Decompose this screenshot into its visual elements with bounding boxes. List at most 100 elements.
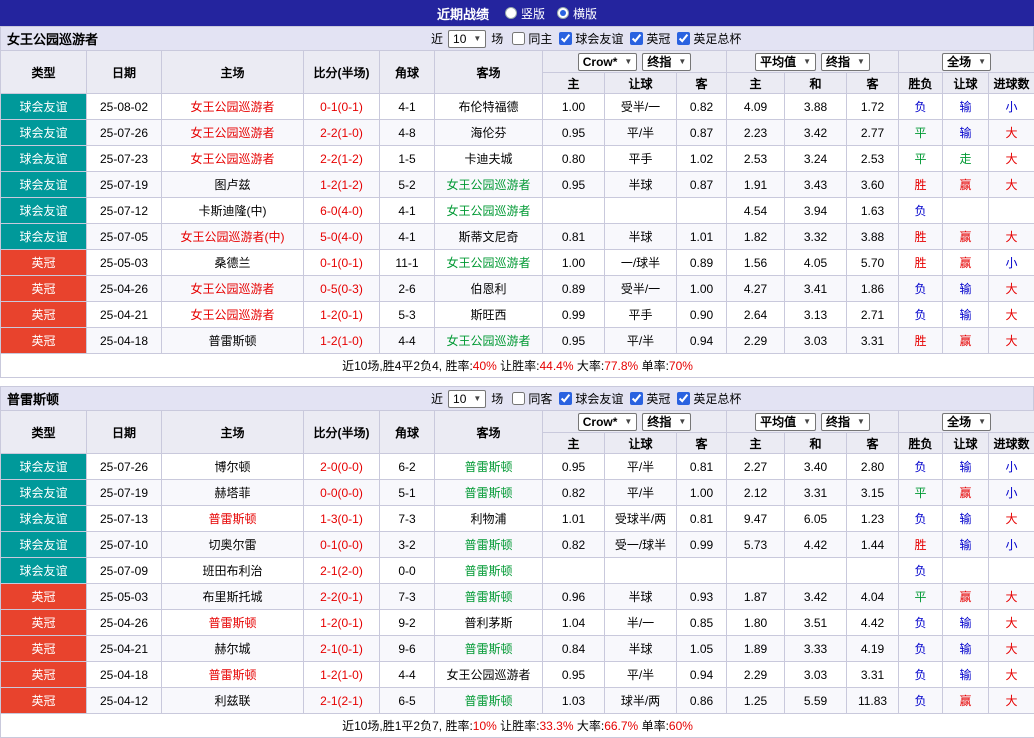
cell-home-team[interactable]: 女王公园巡游者 <box>162 276 304 302</box>
cell-home-team[interactable]: 切奥尔雷 <box>162 532 304 558</box>
cell-away-team[interactable]: 普雷斯顿 <box>435 480 543 506</box>
radio-vertical-layout[interactable]: 竖版 <box>505 5 545 22</box>
cell-odds-away: 0.86 <box>677 688 727 714</box>
cell-avg-away: 1.23 <box>847 506 899 532</box>
cell-away-team[interactable]: 利物浦 <box>435 506 543 532</box>
cell-date: 25-07-26 <box>87 120 162 146</box>
cell-result: 负 <box>899 94 943 120</box>
cell-home-team[interactable]: 博尔顿 <box>162 454 304 480</box>
cell-odds-home: 0.80 <box>543 146 605 172</box>
cell-away-team[interactable]: 普雷斯顿 <box>435 558 543 584</box>
avg-time-select[interactable]: 终指▼ <box>821 53 870 71</box>
match-count-select[interactable]: 10 ▼ <box>448 390 486 408</box>
cell-handicap-result: 输 <box>943 94 989 120</box>
checkbox-input[interactable] <box>559 32 572 45</box>
bookmaker-select[interactable]: Crow*▼ <box>578 53 638 71</box>
cell-handicap-result: 赢 <box>943 172 989 198</box>
filter-checkbox-英冠[interactable]: 英冠 <box>630 30 670 47</box>
cell-handicap-result: 输 <box>943 532 989 558</box>
match-count-select[interactable]: 10 ▼ <box>448 30 486 48</box>
cell-away-team[interactable]: 普雷斯顿 <box>435 454 543 480</box>
cell-away-team[interactable]: 卡迪夫城 <box>435 146 543 172</box>
cell-date: 25-07-19 <box>87 480 162 506</box>
checkbox-input[interactable] <box>630 392 643 405</box>
filter-checkbox-同客[interactable]: 同客 <box>512 390 552 407</box>
summary-value: 44.4% <box>540 359 574 373</box>
cell-home-team[interactable]: 图卢兹 <box>162 172 304 198</box>
cell-corners: 6-2 <box>380 454 435 480</box>
filter-checkbox-球会友谊[interactable]: 球会友谊 <box>559 390 623 407</box>
cell-home-team[interactable]: 女王公园巡游者 <box>162 94 304 120</box>
cell-home-team[interactable]: 利兹联 <box>162 688 304 714</box>
avg-select[interactable]: 平均值▼ <box>755 413 816 431</box>
odds-time-select[interactable]: 终指▼ <box>642 413 691 431</box>
filter-checkbox-球会友谊[interactable]: 球会友谊 <box>559 30 623 47</box>
filter-checkbox-同主[interactable]: 同主 <box>512 30 552 47</box>
cell-away-team[interactable]: 女王公园巡游者 <box>435 662 543 688</box>
cell-away-team[interactable]: 普雷斯顿 <box>435 688 543 714</box>
cell-home-team[interactable]: 普雷斯顿 <box>162 506 304 532</box>
cell-away-team[interactable]: 普利茅斯 <box>435 610 543 636</box>
cell-home-team[interactable]: 桑德兰 <box>162 250 304 276</box>
match-row: 英冠25-05-03桑德兰0-1(0-1)11-1女王公园巡游者1.00一/球半… <box>1 250 1034 276</box>
cell-home-team[interactable]: 女王公园巡游者 <box>162 120 304 146</box>
cell-home-team[interactable]: 女王公园巡游者 <box>162 146 304 172</box>
cell-odds-home: 0.95 <box>543 120 605 146</box>
cell-home-team[interactable]: 普雷斯顿 <box>162 328 304 354</box>
avg-select[interactable]: 平均值▼ <box>755 53 816 71</box>
cell-away-team[interactable]: 布伦特福德 <box>435 94 543 120</box>
checkbox-input[interactable] <box>559 392 572 405</box>
section-header: 普雷斯顿 近 10 ▼ 场 同客球会友谊英冠英足总杯 <box>0 386 1034 410</box>
cell-avg-home: 1.80 <box>727 610 785 636</box>
filter-checkbox-英冠[interactable]: 英冠 <box>630 390 670 407</box>
cell-home-team[interactable]: 赫塔菲 <box>162 480 304 506</box>
cell-home-team[interactable]: 卡斯迪隆(中) <box>162 198 304 224</box>
checkbox-input[interactable] <box>512 392 525 405</box>
cell-away-team[interactable]: 斯旺西 <box>435 302 543 328</box>
cell-handicap-result: 赢 <box>943 688 989 714</box>
cell-result: 负 <box>899 302 943 328</box>
cell-home-team[interactable]: 班田布利治 <box>162 558 304 584</box>
checkbox-input[interactable] <box>677 32 690 45</box>
cell-away-team[interactable]: 女王公园巡游者 <box>435 328 543 354</box>
col-type: 类型 <box>1 411 87 454</box>
cell-home-team[interactable]: 赫尔城 <box>162 636 304 662</box>
section-divider <box>0 378 1034 386</box>
odds-time-select[interactable]: 终指▼ <box>642 53 691 71</box>
checkbox-input[interactable] <box>512 32 525 45</box>
summary-value: 10% <box>473 719 497 733</box>
avg-time-select[interactable]: 终指▼ <box>821 413 870 431</box>
cell-away-team[interactable]: 普雷斯顿 <box>435 532 543 558</box>
cell-home-team[interactable]: 普雷斯顿 <box>162 662 304 688</box>
filter-checkbox-英足总杯[interactable]: 英足总杯 <box>677 30 741 47</box>
checkbox-input[interactable] <box>677 392 690 405</box>
cell-score: 1-2(1-2) <box>304 172 380 198</box>
cell-home-team[interactable]: 女王公园巡游者(中) <box>162 224 304 250</box>
cell-away-team[interactable]: 伯恩利 <box>435 276 543 302</box>
cell-away-team[interactable]: 女王公园巡游者 <box>435 250 543 276</box>
cell-away-team[interactable]: 女王公园巡游者 <box>435 172 543 198</box>
cell-handicap: 球半/两 <box>605 688 677 714</box>
bookmaker-select[interactable]: Crow*▼ <box>578 413 638 431</box>
cell-home-team[interactable]: 女王公园巡游者 <box>162 302 304 328</box>
cell-away-team[interactable]: 斯蒂文尼奇 <box>435 224 543 250</box>
checkbox-input[interactable] <box>630 32 643 45</box>
filter-checkbox-英足总杯[interactable]: 英足总杯 <box>677 390 741 407</box>
chevron-down-icon: ▼ <box>978 58 986 66</box>
cell-home-team[interactable]: 普雷斯顿 <box>162 610 304 636</box>
radio-horizontal-layout[interactable]: 横版 <box>557 5 597 22</box>
cell-handicap: 平/半 <box>605 454 677 480</box>
cell-avg-draw: 3.33 <box>785 636 847 662</box>
cell-home-team[interactable]: 布里斯托城 <box>162 584 304 610</box>
col-score: 比分(半场) <box>304 411 380 454</box>
fulltime-select[interactable]: 全场▼ <box>942 413 991 431</box>
fulltime-select[interactable]: 全场▼ <box>942 53 991 71</box>
cell-away-team[interactable]: 普雷斯顿 <box>435 636 543 662</box>
cell-avg-away: 1.72 <box>847 94 899 120</box>
cell-away-team[interactable]: 普雷斯顿 <box>435 584 543 610</box>
cell-away-team[interactable]: 海伦芬 <box>435 120 543 146</box>
cell-away-team[interactable]: 女王公园巡游者 <box>435 198 543 224</box>
cell-goals-result: 大 <box>989 688 1034 714</box>
match-count-value: 10 <box>453 32 466 46</box>
match-row: 球会友谊25-07-19赫塔菲0-0(0-0)5-1普雷斯顿0.82平/半1.0… <box>1 480 1034 506</box>
